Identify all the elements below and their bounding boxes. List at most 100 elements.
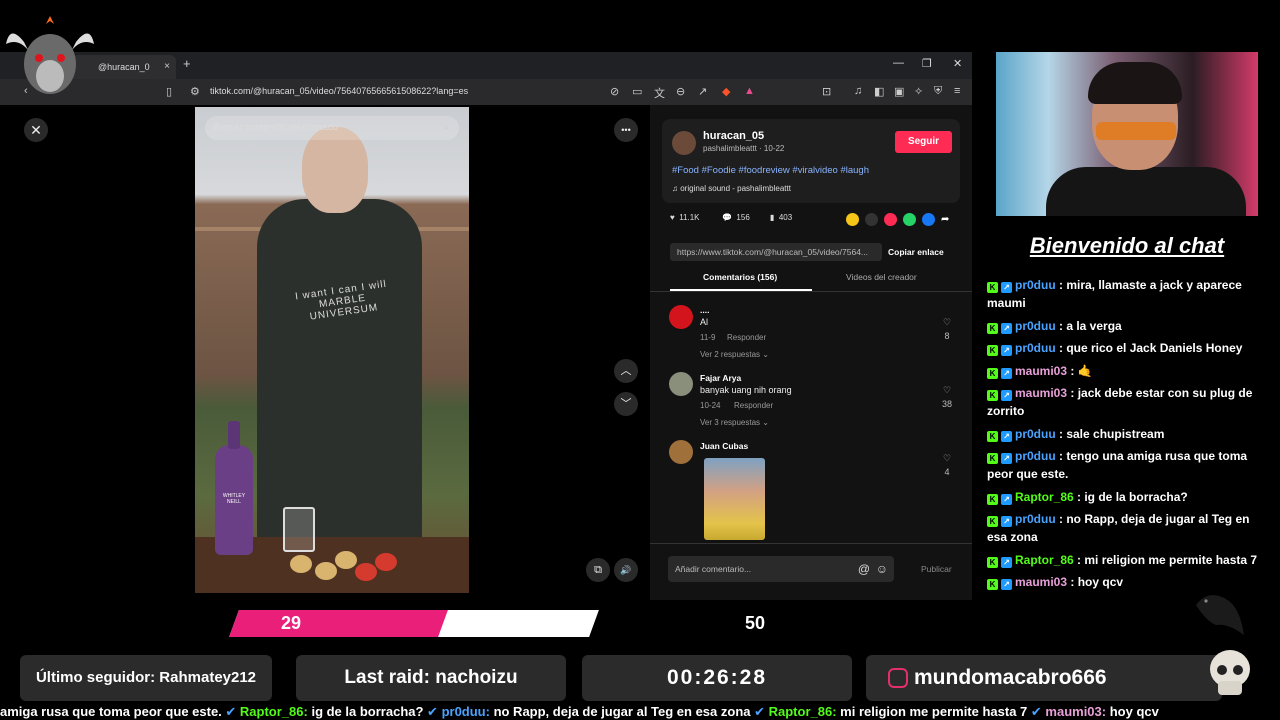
comment-avatar[interactable] (669, 440, 693, 464)
ticker-username: Raptor_86: (768, 704, 837, 719)
comment-input[interactable]: Añadir comentario... @ ☺ (668, 556, 894, 582)
chat-username[interactable]: maumi03 (1015, 364, 1067, 378)
chat-username[interactable]: pr0duu (1015, 449, 1056, 463)
creator-avatar[interactable] (672, 131, 696, 155)
site-settings-icon[interactable]: ⚙ (190, 85, 200, 98)
comment-count: 156 (736, 213, 750, 222)
menu-icon[interactable]: ≡ (954, 85, 960, 97)
chat-text: : 🤙 (1067, 363, 1093, 378)
platform-badge-icon: ↗ (1001, 322, 1012, 334)
chat-text: : hoy qcv (1067, 575, 1124, 589)
comment-stat[interactable]: 💬 156 (722, 213, 750, 222)
send-icon[interactable] (884, 213, 897, 226)
creator-username[interactable]: huracan_05 (703, 130, 764, 142)
sidebar-icon[interactable]: ⊡ (822, 85, 831, 98)
related-search-input[interactable]: Buscar contenido relacionado ⌕ (205, 116, 459, 140)
chat-text: : a la verga (1055, 318, 1122, 333)
next-video-icon[interactable]: ﹀ (614, 392, 638, 416)
reader-icon[interactable]: ⊘ (610, 85, 619, 98)
search-icon: ⌕ (443, 122, 449, 133)
comment-author[interactable]: Fajar Arya (700, 373, 741, 383)
leo-icon[interactable]: ✧ (914, 85, 923, 98)
chat-username[interactable]: maumi03 (1015, 575, 1067, 589)
screen-icon[interactable]: ▭ (632, 85, 642, 98)
share-icon[interactable]: ➦ (941, 213, 954, 226)
comment-avatar[interactable] (669, 305, 693, 329)
new-tab-icon[interactable]: + (183, 56, 191, 71)
chat-username[interactable]: Raptor_86 (1015, 490, 1074, 504)
comment-image[interactable] (704, 458, 765, 540)
reply-button[interactable]: Responder (734, 401, 773, 410)
split-icon[interactable]: ◧ (874, 85, 884, 98)
facebook-icon[interactable] (922, 213, 935, 226)
copy-link-button[interactable]: Copiar enlace (888, 243, 944, 261)
embed-icon[interactable] (865, 213, 878, 226)
coin-icon[interactable] (846, 213, 859, 226)
kick-badge-icon: K (987, 367, 998, 379)
chat-message: K ↗ pr0duu : mira, llamaste a jack y apare… (987, 276, 1267, 312)
chat-username[interactable]: maumi03 (1015, 386, 1067, 400)
share-page-icon[interactable]: ↗ (698, 85, 707, 98)
post-hashtags[interactable]: #Food #Foodie #foodreview #viralvideo #l… (672, 165, 869, 176)
comment-like-icon[interactable]: ♡ (937, 317, 957, 328)
tab-close-icon[interactable]: × (164, 55, 170, 79)
followers-label: SEGUIDORES (456, 613, 577, 633)
reply-button[interactable]: Responder (727, 333, 766, 342)
kick-badge-icon: K (987, 453, 998, 464)
rewards-icon[interactable]: ▲ (744, 85, 755, 97)
tab-comments[interactable]: Comentarios (156) (703, 272, 777, 282)
zoom-icon[interactable]: ⊖ (676, 85, 685, 98)
translate-icon[interactable]: 文 (654, 85, 665, 101)
kick-badge-icon: K (987, 579, 998, 590)
wallet-icon[interactable]: ▣ (894, 85, 904, 98)
pip-icon[interactable]: ⧉ (586, 558, 610, 582)
chat-message: K ↗ pr0duu : a la verga (987, 317, 1267, 335)
mention-icon[interactable]: @ (858, 556, 870, 582)
post-sound[interactable]: ♫ original sound - pashalimbleattt (672, 184, 791, 193)
publish-button[interactable]: Publicar (921, 564, 952, 574)
chat-username[interactable]: pr0duu (1015, 341, 1056, 355)
like-stat[interactable]: ♥ 11.1K (670, 213, 700, 222)
ticker-check-icon: ✔ (427, 704, 442, 719)
tab-creator-videos[interactable]: Videos del creador (846, 272, 917, 282)
comment-like-icon[interactable]: ♡ (937, 385, 957, 396)
platform-badge-icon: ↗ (1001, 516, 1012, 527)
streamer-shirt (1046, 167, 1246, 216)
media-icon[interactable]: ♫ (854, 85, 862, 97)
close-video-icon[interactable]: ✕ (24, 118, 48, 142)
bookmark-icon[interactable]: ▯ (166, 85, 172, 98)
view-replies-button[interactable]: Ver 3 respuestas ⌄ (700, 418, 769, 427)
more-options-icon[interactable]: ••• (614, 118, 638, 142)
comment-like-icon[interactable]: ♡ (937, 453, 957, 464)
chat-username[interactable]: Raptor_86 (1015, 553, 1074, 567)
save-stat[interactable]: ▮ 403 (770, 213, 792, 222)
emoji-icon[interactable]: ☺ (876, 556, 888, 582)
volume-icon[interactable]: 🔊 (614, 558, 638, 582)
chat-username[interactable]: pr0duu (1015, 427, 1056, 441)
chat-username[interactable]: pr0duu (1015, 319, 1056, 333)
brave-shield-icon[interactable]: ◆ (722, 85, 730, 98)
whatsapp-icon[interactable] (903, 213, 916, 226)
url-text[interactable]: tiktok.com/@huracan_05/video/75640765665… (210, 86, 468, 96)
webcam-feed (996, 52, 1258, 216)
close-window-icon[interactable]: ✕ (953, 57, 962, 70)
minimize-icon[interactable]: — (893, 57, 904, 69)
post-link[interactable]: https://www.tiktok.com/@huracan_05/video… (670, 243, 882, 261)
chat-username[interactable]: pr0duu (1015, 278, 1056, 292)
platform-badge-icon: ↗ (1001, 453, 1012, 464)
chat-text: : que rico el Jack Daniels Honey (1055, 341, 1243, 355)
chat-username[interactable]: pr0duu (1015, 512, 1056, 526)
comment-text: banyak uang nih orang (700, 385, 792, 395)
comment-avatar[interactable] (669, 372, 693, 396)
ticker-text: hoy qcv (1106, 704, 1159, 719)
previous-video-icon[interactable]: ︿ (614, 359, 638, 383)
comment-author[interactable]: Juan Cubas (700, 441, 748, 451)
vpn-icon[interactable]: ⛨ (934, 85, 942, 98)
kick-badge-icon: K (987, 282, 998, 293)
follow-button[interactable]: Seguir (895, 131, 952, 153)
restore-icon[interactable]: ❐ (922, 57, 932, 70)
last-raid-panel: Last raid: nachoizu (296, 655, 566, 701)
view-replies-button[interactable]: Ver 2 respuestas ⌄ (700, 350, 769, 359)
comment-author[interactable]: .... (700, 305, 709, 315)
video-player[interactable]: I want I can I will MARBLE UNIVERSUM WHI… (195, 107, 469, 593)
